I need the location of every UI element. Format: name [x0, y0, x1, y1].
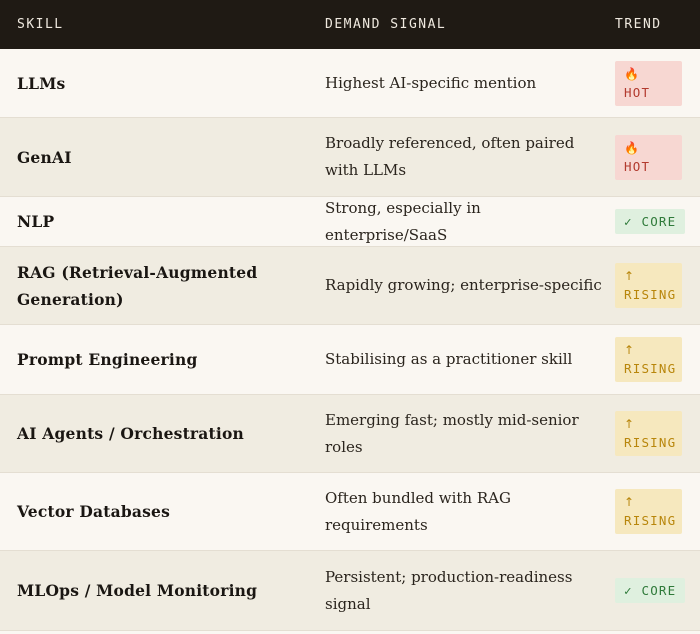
trend-label: RISING [624, 287, 677, 302]
skill-cell: Prompt Engineering [17, 350, 198, 369]
table-row: Vector Databases Often bundled with RAG … [0, 473, 700, 551]
trend-cell: ✓ CORE [614, 578, 700, 603]
header-trend: TREND [615, 17, 662, 32]
trend-badge-rising: ↑ RISING [615, 411, 682, 456]
arrow-up-icon: ↑ [624, 343, 636, 357]
table-row: MLOps / Model Monitoring Persistent; pro… [0, 551, 700, 631]
trend-label: RISING [624, 435, 677, 450]
trend-badge-core: ✓ CORE [615, 209, 686, 234]
trend-label: CORE [641, 214, 677, 229]
demand-signal-cell: Broadly referenced, often paired with LL… [325, 134, 575, 179]
trend-label: HOT [624, 158, 651, 174]
trend-cell: 🔥 HOT [614, 60, 700, 106]
table-header: SKILL DEMAND SIGNAL TREND [0, 0, 700, 49]
skill-cell: AI Agents / Orchestration [17, 424, 244, 443]
trend-label: RISING [624, 513, 677, 528]
demand-signal-cell: Highest AI-specific mention [325, 73, 537, 92]
trend-label: CORE [641, 583, 677, 598]
table-row: NLP Strong, especially in enterprise/Saa… [0, 197, 700, 247]
trend-cell: ↑ RISING [614, 411, 700, 456]
trend-cell: ↑ RISING [614, 337, 700, 382]
trend-badge-core: ✓ CORE [615, 578, 686, 603]
trend-badge-hot: 🔥 HOT [615, 60, 682, 106]
demand-signal-cell: Strong, especially in enterprise/SaaS [325, 198, 481, 244]
demand-signal-cell: Emerging fast; mostly mid-senior roles [325, 410, 579, 456]
check-icon: ✓ [624, 214, 633, 229]
trend-cell: 🔥 HOT [614, 134, 700, 180]
fire-icon: 🔥 [624, 66, 641, 81]
skills-demand-table: SKILL DEMAND SIGNAL TREND LLMs Highest A… [0, 0, 700, 631]
trend-cell: ↑ RISING [614, 489, 700, 534]
demand-signal-cell: Stabilising as a practitioner skill [325, 350, 573, 368]
header-skill: SKILL [17, 17, 64, 32]
fire-icon: 🔥 [624, 140, 641, 155]
demand-signal-cell: Persistent; production-readiness signal [325, 567, 573, 613]
table-row: LLMs Highest AI-specific mention 🔥 HOT [0, 49, 700, 118]
check-icon: ✓ [624, 583, 633, 598]
trend-badge-hot: 🔥 HOT [615, 134, 682, 180]
trend-cell: ↑ RISING [614, 263, 700, 308]
trend-cell: ✓ CORE [614, 209, 700, 234]
arrow-up-icon: ↑ [624, 269, 636, 283]
trend-badge-rising: ↑ RISING [615, 489, 682, 534]
arrow-up-icon: ↑ [624, 495, 636, 509]
skill-cell: RAG (Retrieval-Augmented Generation) [17, 262, 258, 309]
arrow-up-icon: ↑ [624, 417, 636, 431]
trend-badge-rising: ↑ RISING [615, 263, 682, 308]
trend-badge-rising: ↑ RISING [615, 337, 682, 382]
demand-signal-cell: Often bundled with RAG requirements [325, 488, 511, 534]
trend-label: RISING [624, 361, 677, 376]
skill-cell: LLMs [17, 73, 66, 93]
skill-cell: NLP [17, 212, 55, 231]
demand-signal-cell: Rapidly growing; enterprise-specific [325, 276, 602, 294]
skill-cell: MLOps / Model Monitoring [17, 581, 258, 600]
skill-cell: Vector Databases [17, 502, 171, 521]
trend-label: HOT [624, 84, 651, 100]
table-row: AI Agents / Orchestration Emerging fast;… [0, 395, 700, 473]
skill-cell: GenAI [17, 147, 72, 167]
table-row: GenAI Broadly referenced, often paired w… [0, 118, 700, 197]
table-row: Prompt Engineering Stabilising as a prac… [0, 325, 700, 395]
table-row: RAG (Retrieval-Augmented Generation) Rap… [0, 247, 700, 325]
header-demand-signal: DEMAND SIGNAL [325, 17, 447, 32]
